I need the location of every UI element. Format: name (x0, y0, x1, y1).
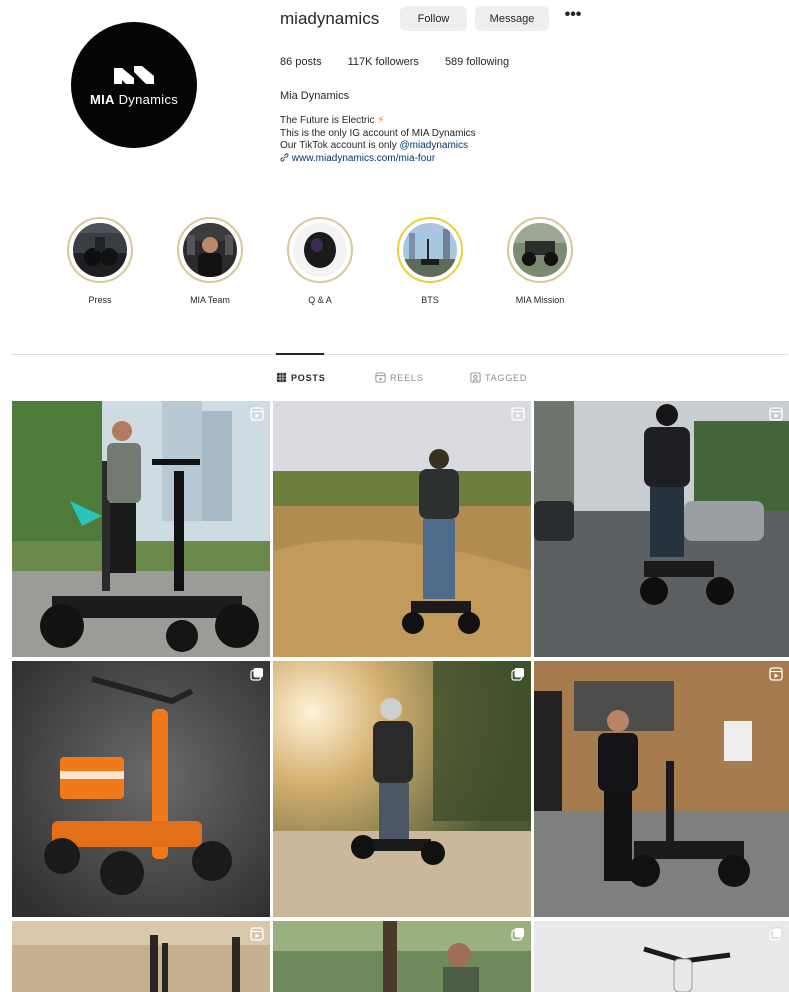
highlight-ring (287, 217, 353, 283)
bio-line-1: The Future is Electric ⚡ (280, 115, 476, 128)
more-options-icon[interactable]: ••• (562, 6, 584, 28)
profile-logo-text: MIA Dynamics (90, 92, 178, 107)
story-highlights: Press MIA Team Q & A BTS MIA Mission (50, 217, 610, 317)
post-image (12, 661, 270, 917)
reel-icon (250, 407, 264, 421)
mission-highlight-icon (513, 223, 567, 277)
highlight-ring (397, 217, 463, 283)
post-tile[interactable] (273, 401, 531, 657)
highlight-mia-mission[interactable]: MIA Mission (490, 217, 590, 305)
highlight-label: MIA Team (190, 295, 230, 305)
post-tile[interactable] (12, 661, 270, 917)
profile-bio: The Future is Electric ⚡ This is the onl… (280, 115, 476, 165)
post-tile[interactable] (534, 401, 789, 657)
post-tile[interactable] (12, 401, 270, 657)
reels-icon (375, 372, 386, 383)
profile-stats: 86 posts 117K followers 589 following (280, 56, 535, 68)
post-tile[interactable] (12, 921, 270, 992)
tagged-icon (470, 372, 481, 383)
bio-line-3: Our TikTok account is only @miadynamics (280, 140, 476, 153)
posts-count: 86 posts (280, 56, 322, 68)
website-link-text[interactable]: www.miadynamics.com/mia-four (292, 153, 435, 164)
post-image (534, 401, 789, 657)
reel-icon (769, 407, 783, 421)
highlight-ring (177, 217, 243, 283)
tab-tagged[interactable]: TAGGED (470, 372, 527, 383)
tab-tagged-label: TAGGED (485, 372, 528, 383)
post-image (273, 921, 531, 992)
bio-website-link[interactable]: www.miadynamics.com/mia-four (280, 153, 476, 166)
bts-highlight-icon (403, 223, 457, 277)
carousel-icon (250, 668, 263, 681)
bio-line-2: This is the only IG account of MIA Dynam… (280, 127, 476, 139)
highlight-mia-team[interactable]: MIA Team (160, 217, 260, 305)
post-tile[interactable] (273, 661, 531, 917)
tab-posts[interactable]: POSTS (276, 372, 326, 383)
post-image (273, 661, 531, 917)
post-tile[interactable] (534, 921, 789, 992)
tabs-divider (12, 354, 788, 355)
highlight-bts[interactable]: BTS (380, 217, 480, 305)
post-tile[interactable] (534, 661, 789, 917)
profile-avatar[interactable]: MIA Dynamics (71, 22, 197, 148)
tab-reels[interactable]: REELS (375, 372, 424, 383)
carousel-icon (769, 927, 783, 941)
tab-posts-label: POSTS (291, 372, 326, 383)
highlight-press[interactable]: Press (50, 217, 150, 305)
link-icon (280, 153, 289, 161)
highlight-ring (67, 217, 133, 283)
post-image (12, 401, 270, 657)
post-image (273, 401, 531, 657)
tab-reels-label: REELS (390, 372, 424, 383)
bio-line-3-text: Our TikTok account is only (280, 140, 400, 151)
tiktok-mention-link[interactable]: @miadynamics (400, 140, 469, 151)
logo-light-text: Dynamics (114, 91, 179, 107)
reel-icon (769, 667, 783, 681)
team-highlight-icon (183, 223, 237, 277)
highlight-label: Q & A (308, 295, 332, 305)
lightning-icon: ⚡ (377, 115, 385, 126)
post-image (534, 661, 789, 917)
post-image (12, 921, 270, 992)
mia-logo-mark-icon (114, 65, 154, 84)
active-tab-indicator (276, 353, 324, 355)
bio-line-1-text: The Future is Electric (280, 115, 375, 126)
post-image (534, 921, 789, 992)
press-highlight-icon (73, 223, 127, 277)
profile-username: miadynamics (280, 9, 380, 28)
highlight-label: Press (88, 295, 112, 305)
carousel-icon (511, 928, 524, 941)
followers-count[interactable]: 117K followers (348, 56, 419, 68)
follow-button[interactable]: Follow (400, 6, 467, 31)
message-button[interactable]: Message (475, 6, 549, 31)
highlight-label: BTS (421, 295, 439, 305)
profile-full-name: Mia Dynamics (280, 90, 350, 102)
carousel-icon (511, 668, 524, 681)
highlight-ring (507, 217, 573, 283)
post-tile[interactable] (273, 921, 531, 992)
logo-bold-text: MIA (89, 91, 115, 107)
qa-highlight-icon (293, 223, 347, 277)
reel-icon (250, 927, 264, 941)
reel-icon (511, 407, 525, 421)
highlight-q-and-a[interactable]: Q & A (270, 217, 370, 305)
grid-icon (276, 372, 287, 383)
following-count[interactable]: 589 following (445, 56, 509, 68)
highlight-label: MIA Mission (515, 295, 565, 305)
